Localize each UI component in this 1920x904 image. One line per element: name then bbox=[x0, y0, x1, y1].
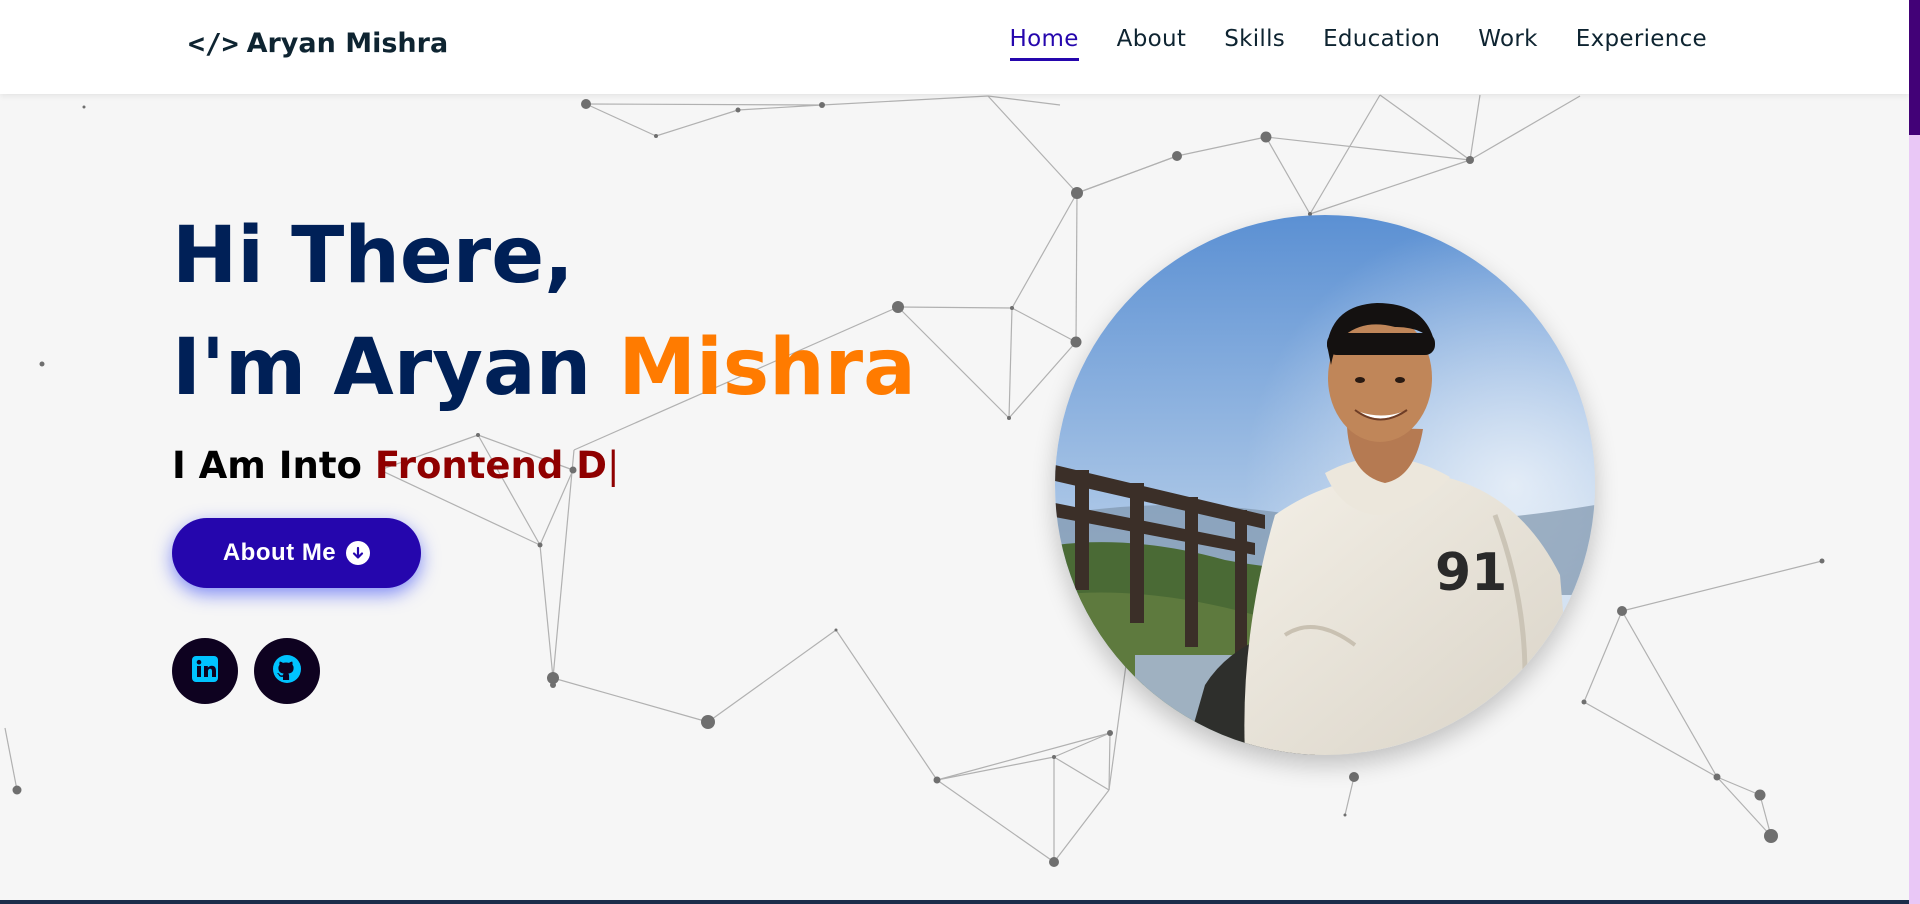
nav-home[interactable]: Home bbox=[1009, 26, 1079, 61]
typing-prefix: I Am Into bbox=[172, 444, 375, 487]
hero-greeting-prefix: I'm Aryan bbox=[172, 323, 619, 413]
nav-work[interactable]: Work bbox=[1478, 26, 1537, 61]
typing-text: Frontend D bbox=[374, 444, 607, 487]
hero-greeting-line1: Hi There, bbox=[172, 211, 574, 301]
github-link[interactable] bbox=[254, 638, 320, 704]
about-me-button-label: About Me bbox=[222, 539, 337, 566]
brand-name: Aryan Mishra bbox=[246, 27, 449, 59]
typing-caret: | bbox=[606, 444, 620, 487]
nav-education[interactable]: Education bbox=[1323, 26, 1440, 61]
brand-logo-link[interactable]: </> Aryan Mishra bbox=[188, 22, 448, 64]
profile-photo: 91 bbox=[1055, 215, 1595, 755]
page-scrollbar[interactable] bbox=[1909, 0, 1920, 904]
nav-skills[interactable]: Skills bbox=[1224, 26, 1285, 61]
linkedin-link[interactable] bbox=[172, 638, 238, 704]
arrow-down-circle-icon bbox=[346, 541, 371, 565]
nav-about[interactable]: About bbox=[1117, 26, 1187, 61]
jersey-number: 91 bbox=[1435, 543, 1507, 603]
site-header: </> Aryan Mishra Home About Skills Educa… bbox=[0, 0, 1909, 94]
code-icon: </> bbox=[188, 26, 239, 60]
nav-experience[interactable]: Experience bbox=[1576, 26, 1707, 61]
main-nav: Home About Skills Education Work Experie… bbox=[1009, 26, 1707, 61]
linkedin-icon bbox=[191, 655, 219, 687]
hero-name-highlight: Mishra bbox=[618, 323, 916, 413]
hero-greeting-line2: I'm Aryan Mishra bbox=[172, 312, 916, 424]
section-divider bbox=[0, 900, 1909, 904]
about-me-button[interactable]: About Me bbox=[172, 518, 421, 588]
typing-line: I Am Into Frontend D| bbox=[172, 444, 916, 487]
social-links bbox=[172, 638, 320, 704]
github-icon bbox=[272, 654, 302, 688]
scrollbar-thumb[interactable] bbox=[1909, 0, 1920, 135]
hero-section: Hi There, I'm Aryan Mishra I Am Into Fro… bbox=[172, 200, 916, 487]
